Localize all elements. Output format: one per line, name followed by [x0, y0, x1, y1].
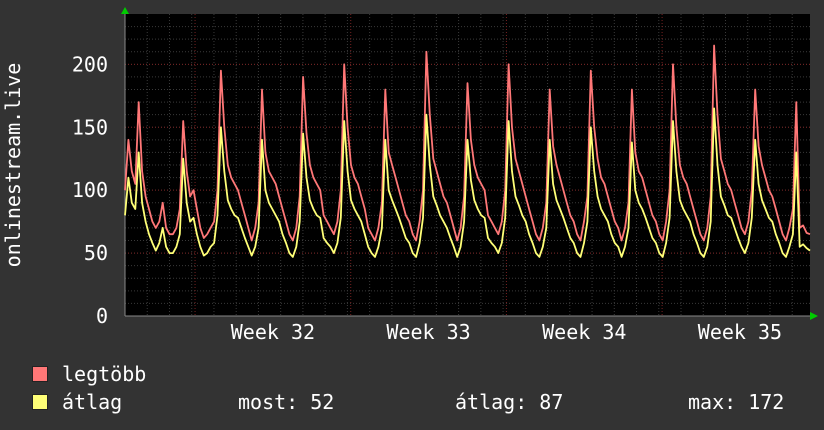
x-axis-arrow [810, 312, 818, 320]
legend-item-max: legtöbb [32, 362, 147, 386]
legend-swatch-max [32, 366, 48, 382]
legend-item-avg: átlag [32, 390, 123, 414]
x-tick-label: Week 33 [386, 320, 470, 344]
y-axis-label: onlinestream.live [1, 63, 25, 268]
x-axis: Week 32 Week 33 Week 34 Week 35 [125, 315, 814, 344]
x-tick-label: Week 32 [231, 320, 315, 344]
x-tick-label: Week 35 [698, 320, 782, 344]
legend-label-avg: átlag [62, 390, 123, 414]
y-tick-label: 150 [72, 115, 108, 139]
y-tick-label: 100 [72, 178, 108, 202]
stat-avg: átlag: 87 [455, 390, 564, 414]
stat-now: most: 52 [238, 390, 335, 414]
legend-swatch-avg [32, 394, 48, 410]
y-axis: 0 50 100 150 200 [72, 10, 126, 328]
y-tick-label: 0 [96, 304, 108, 328]
y-tick-label: 50 [84, 241, 108, 265]
legend-label-max: legtöbb [62, 362, 147, 386]
stat-max: max: 172 [688, 390, 785, 414]
x-tick-label: Week 34 [542, 320, 626, 344]
y-axis-arrow [121, 7, 129, 14]
y-tick-label: 200 [72, 52, 108, 76]
